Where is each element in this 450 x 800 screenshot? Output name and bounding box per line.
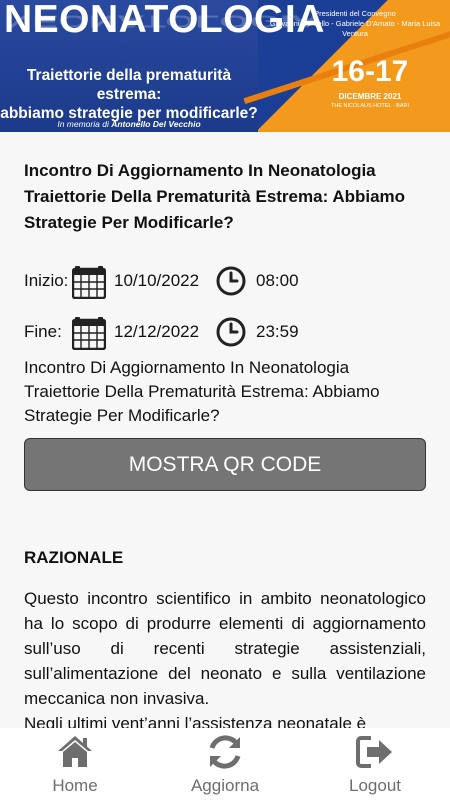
start-label: Inizio:: [24, 271, 69, 290]
banner-days: 16-17: [331, 55, 409, 88]
section-paragraph: Questo incontro scientifico in ambito ne…: [24, 589, 426, 708]
event-description: Incontro Di Aggiornamento In Neonatologi…: [24, 358, 380, 425]
nav-refresh-label: Aggiorna: [190, 776, 260, 795]
banner-presidents-label: Presidenti del Convegno: [314, 9, 396, 18]
refresh-icon: [209, 735, 241, 769]
nav-refresh[interactable]: Aggiorna: [150, 728, 300, 800]
banner-memorial: In memoria di Antonello Del Vecchio: [0, 119, 258, 129]
home-icon: [58, 736, 92, 767]
section-title: RAZIONALE: [24, 548, 124, 567]
nav-logout-label: Logout: [349, 776, 401, 795]
nav-home[interactable]: Home: [0, 728, 150, 800]
header-banner: NEONATOLOGIA NEONATOLOGIA Traiettorie de…: [0, 0, 450, 132]
section-body: Questo incontro scientifico in ambito ne…: [24, 586, 426, 728]
end-date: 12/12/2022: [114, 322, 200, 341]
end-row: Fine: 12/12/2022 23:59: [24, 312, 426, 352]
nav-logout[interactable]: Logout: [300, 728, 450, 800]
logout-icon: [356, 736, 392, 768]
end-label: Fine:: [24, 322, 62, 341]
start-row: Inizio: 10/10/2022 08:00: [24, 261, 426, 301]
banner-memorial-name: Antonello Del Vecchio: [111, 119, 201, 129]
calendar-icon: [72, 266, 106, 299]
clock-icon: [216, 317, 246, 347]
banner-subtitle: Traiettorie della prematurità estrema: a…: [0, 66, 258, 123]
end-time: 23:59: [256, 322, 299, 341]
banner-month-year: DICEMBRE 2021: [338, 92, 402, 101]
calendar-icon: [72, 317, 106, 350]
banner-presidents-names: Giovanni Corsello - Gabriele D'Amato - M…: [269, 19, 441, 38]
start-time: 08:00: [256, 271, 299, 290]
banner-memorial-prefix: In memoria di: [57, 119, 109, 129]
section-paragraph: Negli ultimi vent’anni l’assistenza neon…: [24, 714, 367, 728]
event-title: Incontro Di Aggiornamento In Neonatologi…: [24, 161, 406, 232]
event-detail-content[interactable]: Incontro Di Aggiornamento In Neonatologi…: [0, 132, 450, 728]
banner-subtitle-line1: Traiettorie della prematurità estrema:: [26, 67, 232, 103]
clock-icon: [216, 266, 246, 296]
bottom-nav: Home Aggiorna Logout: [0, 728, 450, 800]
nav-home-label: Home: [52, 776, 98, 795]
banner-venue: THE NICOLAUS HOTEL - BARI: [330, 103, 410, 109]
start-date: 10/10/2022: [114, 271, 200, 290]
show-qr-code-button[interactable]: MOSTRA QR CODE: [24, 438, 426, 491]
banner-presidents: Presidenti del Convegno Giovanni Corsell…: [262, 9, 448, 39]
